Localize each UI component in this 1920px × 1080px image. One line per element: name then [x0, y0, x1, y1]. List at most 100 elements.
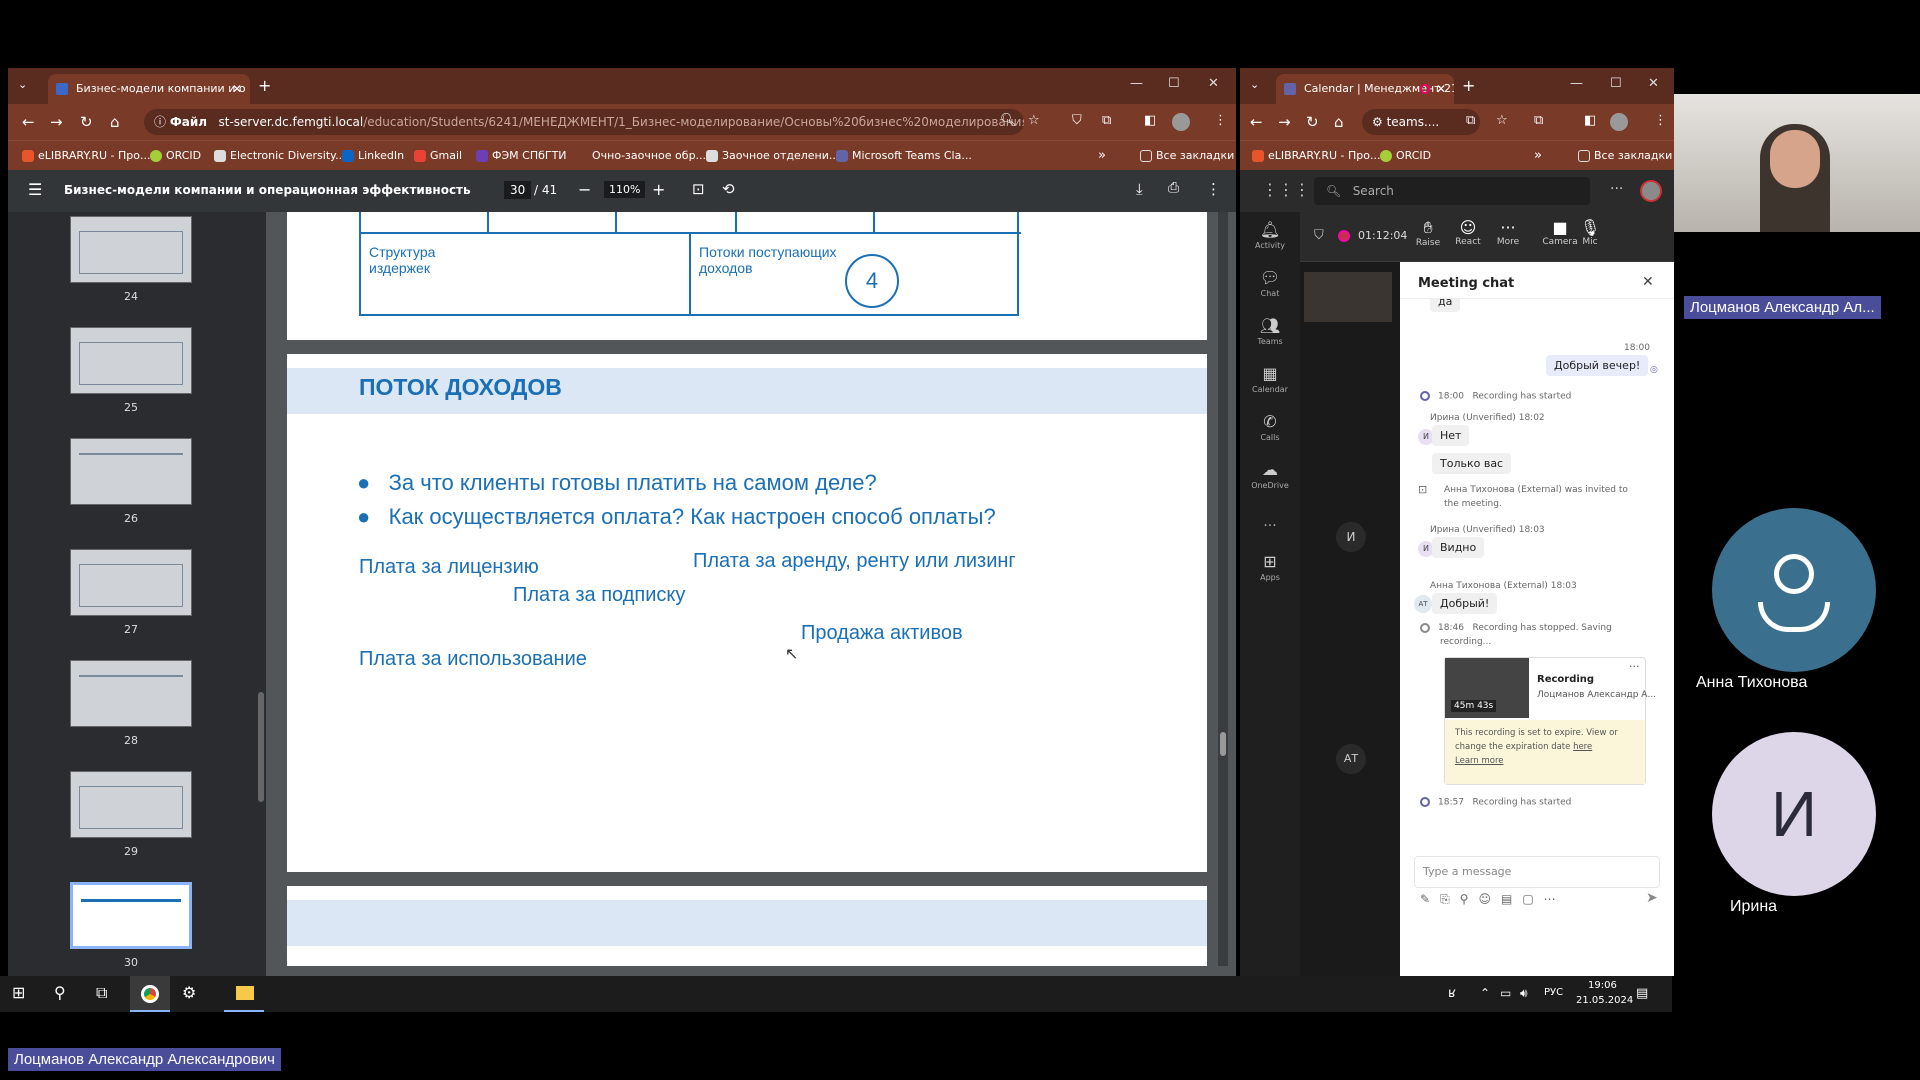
all-bookmarks-folder[interactable]: Все закладки [1140, 141, 1234, 171]
more-options-icon[interactable]: ⋮ [1206, 180, 1221, 198]
chrome-taskbar-button[interactable] [130, 976, 170, 1012]
explorer-taskbar-button[interactable] [224, 976, 264, 1012]
volume-icon[interactable]: 🔊︎ [1520, 986, 1528, 1001]
new-tab-icon[interactable]: + [1462, 76, 1475, 95]
minimize-icon[interactable]: — [1570, 76, 1583, 91]
new-tab-icon[interactable]: + [258, 76, 271, 95]
download-icon[interactable]: ⤓ [1136, 180, 1143, 198]
bookmark-teams[interactable]: Microsoft Teams Cla... [836, 141, 972, 171]
loop-icon[interactable]: ⚲ [1460, 892, 1479, 906]
tab-search-icon[interactable]: ⌄ [1250, 78, 1259, 91]
print-icon[interactable]: ⎙ [1168, 180, 1179, 196]
language-indicator[interactable]: РУС [1544, 987, 1563, 998]
thumbnail-29[interactable] [70, 771, 192, 838]
menu-icon[interactable]: ⋮ [1214, 113, 1227, 128]
notifications-icon[interactable]: ▤ [1636, 986, 1648, 1001]
thumbnail-27[interactable] [70, 549, 192, 616]
gif-icon[interactable]: ▤ [1501, 892, 1522, 906]
reload-icon[interactable]: ↻ [80, 113, 93, 131]
emoji-icon[interactable]: ☺ [1478, 892, 1501, 906]
rail-chat[interactable]: 💬︎ Chat [1240, 268, 1300, 298]
camera-button[interactable]: ■ Camera [1540, 218, 1580, 247]
back-icon[interactable]: ← [1250, 113, 1263, 131]
start-icon[interactable]: ⊞ [12, 983, 25, 1002]
thumbnail-28[interactable] [70, 660, 192, 727]
input-indicator-icon[interactable]: ʁ [1448, 986, 1456, 1001]
fit-page-icon[interactable]: ⊡ [692, 180, 705, 198]
bookmarks-more[interactable]: » [1098, 141, 1106, 171]
back-icon[interactable]: ← [22, 113, 35, 131]
teams-search-input[interactable]: 🔍︎ Search [1314, 177, 1590, 205]
url-input[interactable]: ⚙ teams.... [1362, 109, 1480, 135]
rail-more[interactable]: ... [1240, 514, 1300, 530]
zoom-out-icon[interactable]: − [578, 180, 591, 199]
install-app-icon[interactable]: ⧉ [1466, 113, 1475, 128]
app-launcher-icon[interactable]: ⋮⋮⋮ [1262, 180, 1310, 199]
rail-teams[interactable]: 👥︎ Teams [1240, 316, 1300, 346]
maximize-icon[interactable]: ☐ [1610, 76, 1622, 91]
thumbnail-scrollbar[interactable] [258, 692, 264, 802]
clock-date[interactable]: 21.05.2024 [1576, 995, 1633, 1006]
tab-search-icon[interactable]: ⌄ [18, 78, 27, 91]
forward-icon[interactable]: → [1278, 113, 1291, 131]
bookmark-gmail[interactable]: Gmail [414, 141, 462, 171]
mic-button[interactable]: 🎙︎ Mic [1580, 218, 1600, 247]
participant-avatar-anna[interactable] [1712, 508, 1876, 672]
settings-more-icon[interactable]: ··· [1610, 181, 1623, 197]
participant-avatar[interactable]: АТ [1336, 744, 1366, 774]
attach-icon[interactable]: ⎘ [1440, 892, 1460, 906]
page-number-input[interactable]: 30 [504, 181, 532, 199]
network-icon[interactable]: ▭ [1500, 986, 1511, 1000]
bookmark-orcid[interactable]: ORCID [150, 141, 201, 171]
thumbnail-24[interactable] [70, 216, 192, 283]
recording-thumbnail[interactable]: 45m 43s [1445, 658, 1529, 718]
message-compose[interactable]: Type a message [1414, 856, 1660, 888]
bookmark-ochno[interactable]: Очно-заочное обр... [576, 141, 706, 171]
close-chat-icon[interactable]: ✕ [1642, 274, 1654, 290]
forward-icon[interactable]: → [50, 113, 63, 131]
recording-more-icon[interactable]: ··· [1629, 660, 1640, 673]
recording-card[interactable]: 45m 43s Recording Лоцманов Александр А..… [1444, 657, 1656, 785]
bookmark-zaochnoe[interactable]: Заочное отделени... [706, 141, 839, 171]
thumbnail-26[interactable] [70, 438, 192, 505]
clock-time[interactable]: 19:06 [1588, 980, 1617, 991]
zoom-in-icon[interactable]: + [652, 180, 665, 199]
home-icon[interactable]: ⌂ [1334, 113, 1344, 131]
star-icon[interactable]: ☆ [1028, 113, 1040, 128]
task-view-icon[interactable]: ⧉ [96, 983, 107, 1003]
bookmark-orcid[interactable]: ORCID [1380, 141, 1431, 171]
react-button[interactable]: ☺ React [1448, 218, 1488, 247]
bookmark-fem[interactable]: ФЭМ СПбГТИ [476, 141, 567, 171]
close-window-icon[interactable]: ✕ [1208, 76, 1219, 91]
thumbnail-25[interactable] [70, 327, 192, 394]
learn-more-link[interactable]: Learn more [1455, 756, 1503, 766]
menu-icon[interactable]: ⋮ [1654, 113, 1667, 128]
viewer-scroll-thumb[interactable] [1220, 732, 1226, 756]
bookmark-electronic-diversity[interactable]: Electronic Diversity... [214, 141, 346, 171]
star-icon[interactable]: ☆ [1496, 113, 1508, 128]
participant-avatar-irina[interactable]: И [1712, 732, 1876, 896]
maximize-icon[interactable]: ☐ [1168, 76, 1180, 91]
hamburger-icon[interactable]: ☰ [28, 180, 42, 199]
bookmark-linkedin[interactable]: LinkedIn [342, 141, 404, 171]
here-link[interactable]: here [1573, 742, 1592, 752]
user-avatar[interactable] [1640, 180, 1662, 202]
sidepanel-icon[interactable]: ◧ [1144, 113, 1156, 128]
rail-onedrive[interactable]: ☁ OneDrive [1240, 460, 1300, 490]
close-tab-icon[interactable]: ✕ [232, 74, 242, 104]
raise-hand-button[interactable]: ✋︎ Raise [1408, 218, 1448, 248]
profile-avatar[interactable] [1610, 113, 1628, 131]
more-button[interactable]: ··· More [1488, 218, 1528, 247]
rail-activity[interactable]: 🔔︎ Activity [1240, 220, 1300, 250]
presenter-thumbnail[interactable] [1304, 272, 1392, 322]
close-tab-icon[interactable]: ✕ [1436, 74, 1446, 104]
tray-expand-icon[interactable]: ⌃ [1480, 986, 1490, 1000]
rotate-icon[interactable]: ⟲ [722, 180, 735, 198]
zoom-input[interactable]: 110% [604, 181, 646, 198]
participant-avatar[interactable]: И [1336, 522, 1366, 552]
bookmarks-more[interactable]: » [1534, 141, 1542, 171]
close-window-icon[interactable]: ✕ [1648, 76, 1659, 91]
search-icon[interactable]: ⚲ [54, 983, 66, 1002]
thumbnail-30-selected[interactable] [70, 882, 192, 949]
url-input[interactable]: ⓘ Файл st-server.dc.femgti.local/educati… [144, 109, 1024, 135]
